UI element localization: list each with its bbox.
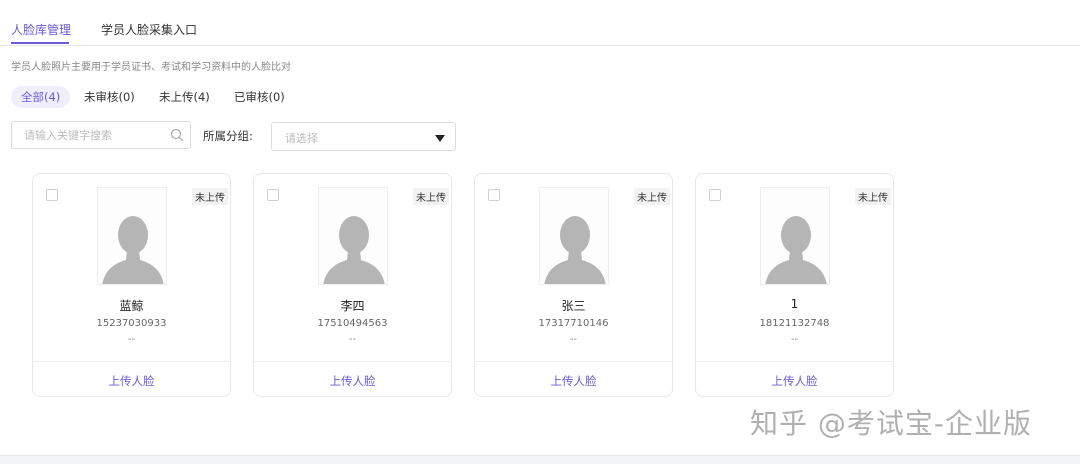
avatar-placeholder [318, 187, 388, 285]
person-silhouette-icon [544, 216, 606, 284]
student-extra: -- [569, 334, 578, 345]
student-card: 未上传 张三 17317710146 -- 上传人脸 [474, 173, 673, 397]
card-divider [696, 361, 893, 362]
person-silhouette-icon [102, 216, 164, 284]
card-divider [254, 361, 451, 362]
student-card: 未上传 李四 17510494563 -- 上传人脸 [253, 173, 452, 397]
status-badge: 未上传 [634, 188, 670, 205]
person-silhouette-icon [323, 216, 385, 284]
student-name: 李四 [340, 299, 365, 313]
status-badge: 未上传 [413, 188, 449, 205]
filter-not-uploaded[interactable]: 未上传(4) [149, 86, 220, 108]
select-checkbox[interactable] [267, 189, 279, 201]
student-name: 1 [790, 297, 799, 311]
student-phone: 17510494563 [317, 318, 388, 329]
student-card: 未上传 蓝鲸 15237030933 -- 上传人脸 [32, 173, 231, 397]
page-description: 学员人脸照片主要用于学员证书、考试和学习资料中的人脸比对 [11, 62, 291, 73]
student-phone: 17317710146 [538, 318, 609, 329]
upload-face-button[interactable]: 上传人脸 [696, 373, 893, 389]
avatar-placeholder [760, 187, 830, 285]
tab-bar: 人脸库管理 学员人脸采集入口 [0, 0, 1080, 46]
student-name: 蓝鲸 [119, 299, 144, 313]
group-select-placeholder: 请选择 [285, 132, 318, 145]
upload-face-button[interactable]: 上传人脸 [254, 373, 451, 389]
card-divider [33, 361, 230, 362]
upload-face-button[interactable]: 上传人脸 [475, 373, 672, 389]
student-phone: 18121132748 [759, 318, 830, 329]
avatar-placeholder [97, 187, 167, 285]
status-badge: 未上传 [855, 188, 891, 205]
filter-unreviewed[interactable]: 未审核(0) [74, 86, 145, 108]
student-card: 未上传 1 18121132748 -- 上传人脸 [695, 173, 894, 397]
select-checkbox[interactable] [488, 189, 500, 201]
filter-all[interactable]: 全部(4) [11, 86, 71, 108]
caret-down-icon [435, 135, 445, 142]
tab-face-collection-entry[interactable]: 学员人脸采集入口 [101, 21, 197, 38]
person-silhouette-icon [765, 216, 827, 284]
student-extra: -- [790, 334, 799, 345]
group-select[interactable]: 请选择 [271, 122, 456, 151]
student-extra: -- [348, 334, 357, 345]
search-icon[interactable] [170, 128, 184, 142]
student-name: 张三 [561, 299, 586, 313]
tab-face-library[interactable]: 人脸库管理 [11, 21, 71, 38]
student-extra: -- [127, 334, 136, 345]
search-input[interactable] [12, 122, 186, 148]
search-box [11, 121, 191, 149]
footer-strip [0, 455, 1080, 464]
zhihu-watermark: 知乎 @考试宝-企业版 [750, 407, 1033, 440]
filter-reviewed[interactable]: 已审核(0) [224, 86, 295, 108]
student-phone: 15237030933 [96, 318, 167, 329]
group-filter-label: 所属分组: [203, 129, 253, 143]
active-tab-indicator [11, 42, 69, 44]
upload-face-button[interactable]: 上传人脸 [33, 373, 230, 389]
status-badge: 未上传 [192, 188, 228, 205]
avatar-placeholder [539, 187, 609, 285]
card-divider [475, 361, 672, 362]
select-checkbox[interactable] [46, 189, 58, 201]
select-checkbox[interactable] [709, 189, 721, 201]
